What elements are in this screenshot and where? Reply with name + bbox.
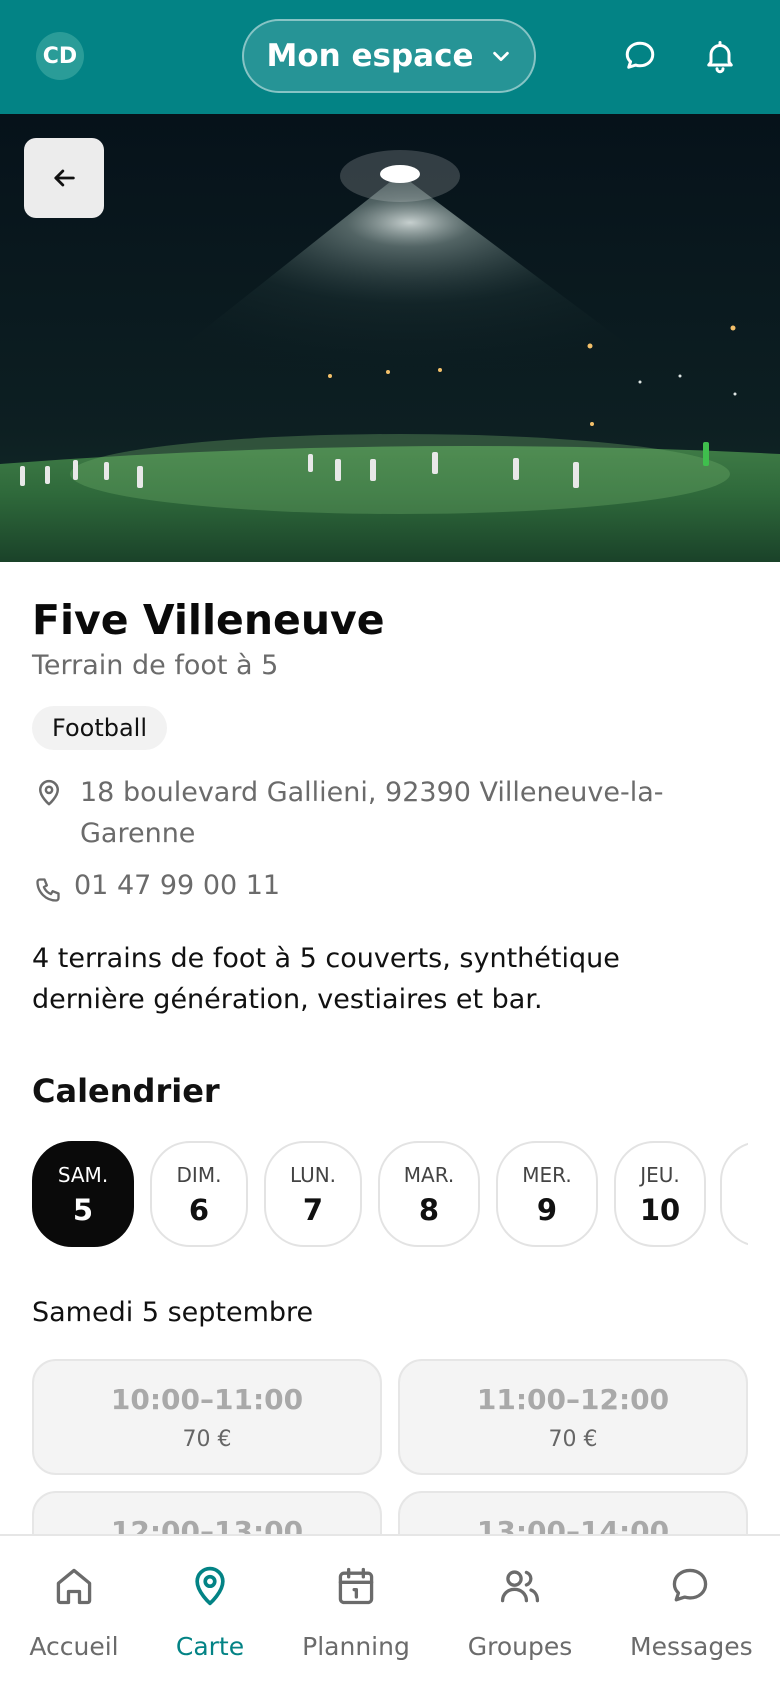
top-bar: CD Mon espace — [0, 0, 780, 114]
day-chip-dim[interactable]: DIM. 6 — [150, 1141, 248, 1247]
venue-phone[interactable]: 01 47 99 00 11 — [74, 870, 280, 901]
day-chip-mer[interactable]: MER. 9 — [496, 1141, 598, 1247]
selected-date-label: Samedi 5 septembre — [32, 1297, 314, 1328]
nav-label: Carte — [175, 1632, 245, 1661]
venue-address[interactable]: 18 boulevard Gallieni, 92390 Villeneuve-… — [80, 772, 740, 854]
nav-label: Planning — [302, 1632, 410, 1661]
day-chip-name: MAR. — [403, 1163, 455, 1187]
day-chip-jeu[interactable]: JEU. 10 — [614, 1141, 706, 1247]
day-chip-mar[interactable]: MAR. 8 — [378, 1141, 480, 1247]
day-chip-number: 8 — [418, 1193, 440, 1227]
home-icon — [56, 1568, 92, 1605]
day-chip-number: 10 — [639, 1193, 681, 1227]
space-selector-button[interactable]: Mon espace — [242, 19, 536, 93]
slot-time: 10:00–11:00 — [110, 1383, 304, 1416]
day-selector: SAM. 5 DIM. 6 LUN. 7 MAR. 8 MER. 9 JEU. … — [32, 1141, 748, 1247]
map-pin-icon — [195, 1566, 225, 1606]
location-pin-icon — [39, 779, 59, 806]
bell-icon[interactable] — [702, 38, 738, 74]
nav-item-accueil[interactable]: Accueil — [14, 1536, 134, 1690]
phone-icon — [36, 878, 60, 902]
calendar-title: Calendrier — [32, 1072, 220, 1110]
day-chip-partial[interactable] — [720, 1141, 748, 1247]
nav-item-planning[interactable]: Planning — [296, 1536, 416, 1690]
nav-item-messages[interactable]: Messages — [630, 1536, 753, 1690]
avatar[interactable]: CD — [36, 32, 84, 80]
day-chip-name: LUN. — [289, 1163, 337, 1187]
nav-label: Groupes — [467, 1632, 573, 1661]
day-chip-name: MER. — [522, 1163, 572, 1187]
arrow-left-icon — [54, 169, 75, 187]
day-chip-number: 5 — [72, 1193, 94, 1227]
day-chip-sam[interactable]: SAM. 5 — [32, 1141, 134, 1247]
day-chip-lun[interactable]: LUN. 7 — [264, 1141, 362, 1247]
back-button[interactable] — [24, 138, 104, 218]
chevron-down-icon — [492, 51, 509, 62]
nav-item-groupes[interactable]: Groupes — [460, 1536, 580, 1690]
message-icon — [672, 1568, 708, 1602]
users-icon — [500, 1570, 540, 1603]
day-chip-number: 7 — [302, 1193, 324, 1227]
time-slot[interactable]: 10:00–11:00 70 € — [32, 1359, 382, 1475]
space-selector-label: Mon espace — [266, 38, 474, 74]
day-chip-name: SAM. — [57, 1163, 109, 1187]
day-chip-number: 6 — [188, 1193, 210, 1227]
venue-hero-image — [0, 114, 780, 562]
slot-time: 11:00–12:00 — [476, 1383, 670, 1416]
nav-label: Accueil — [29, 1632, 119, 1661]
time-slot[interactable]: 11:00–12:00 70 € — [398, 1359, 748, 1475]
stadium-night-photo — [0, 114, 780, 562]
venue-name: Five Villeneuve — [32, 596, 385, 644]
chat-icon[interactable] — [622, 38, 658, 74]
day-chip-name: DIM. — [176, 1163, 222, 1187]
day-chip-number: 9 — [536, 1193, 558, 1227]
venue-description: 4 terrains de foot à 5 couverts, synthét… — [32, 943, 620, 1015]
sport-tag: Football — [32, 706, 168, 750]
day-chip-name: JEU. — [640, 1163, 680, 1187]
nav-label: Messages — [630, 1632, 753, 1661]
nav-item-carte[interactable]: Carte — [150, 1536, 270, 1690]
slot-price: 70 € — [548, 1427, 598, 1452]
venue-type: Terrain de foot à 5 — [32, 650, 279, 681]
bottom-navigation: Accueil Carte Planning Groupes Messages — [0, 1534, 780, 1690]
calendar-icon — [338, 1567, 374, 1605]
slot-price: 70 € — [182, 1427, 232, 1452]
